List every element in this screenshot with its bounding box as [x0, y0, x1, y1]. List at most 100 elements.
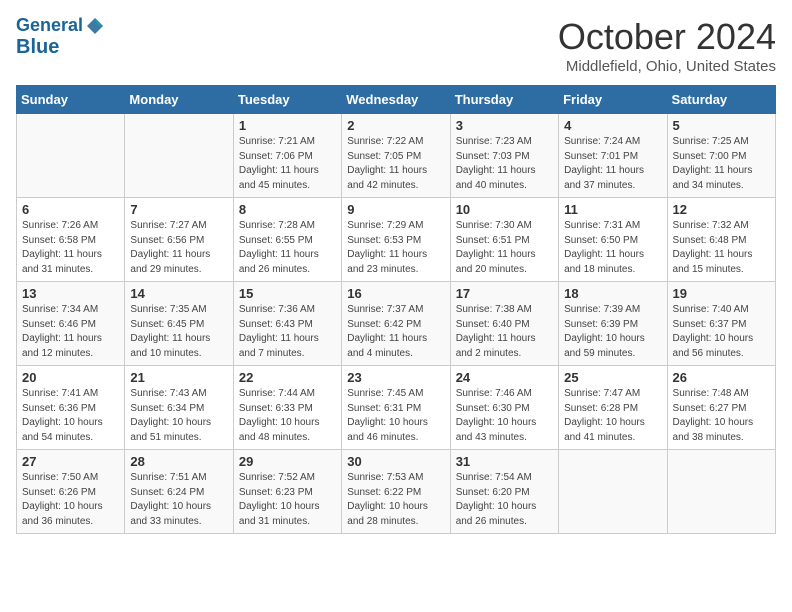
- day-number: 1: [239, 118, 336, 133]
- day-info: Sunrise: 7:44 AM Sunset: 6:33 PM Dayligh…: [239, 387, 336, 445]
- day-number: 3: [456, 118, 553, 133]
- calendar-cell: 2Sunrise: 7:22 AM Sunset: 7:05 PM Daylig…: [342, 114, 450, 198]
- calendar-week-3: 13 Sunrise: 7:34 AM Sunset: 6:46 PM Dayli…: [17, 282, 776, 366]
- header-day-tuesday: Tuesday: [233, 86, 341, 114]
- day-info: Sunrise: 7:27 AM Sunset: 6:56 PM Dayligh…: [130, 219, 227, 277]
- calendar-cell: 25 Sunrise: 7:47 AM Sunset: 6:28 PM Dayli…: [559, 366, 667, 450]
- day-number: 18: [564, 286, 661, 301]
- day-number: 25: [564, 370, 661, 385]
- calendar-cell: 23 Sunrise: 7:45 AM Sunset: 6:31 PM Dayli…: [342, 366, 450, 450]
- calendar-week-2: 6 Sunrise: 7:26 AM Sunset: 6:58 PM Daylig…: [17, 198, 776, 282]
- header-day-thursday: Thursday: [450, 86, 558, 114]
- day-info: Sunrise: 7:37 AM Sunset: 6:42 PM Dayligh…: [347, 303, 444, 361]
- day-number: 15: [239, 286, 336, 301]
- day-info: Sunrise: 7:32 AM Sunset: 6:48 PM Dayligh…: [673, 219, 770, 277]
- header-row: SundayMondayTuesdayWednesdayThursdayFrid…: [17, 86, 776, 114]
- day-info: Sunrise: 7:50 AM Sunset: 6:26 PM Dayligh…: [22, 471, 119, 529]
- day-info: Sunrise: 7:45 AM Sunset: 6:31 PM Dayligh…: [347, 387, 444, 445]
- day-info: Sunrise: 7:31 AM Sunset: 6:50 PM Dayligh…: [564, 219, 661, 277]
- day-info: Sunrise: 7:34 AM Sunset: 6:46 PM Dayligh…: [22, 303, 119, 361]
- day-info: Sunrise: 7:21 AM Sunset: 7:06 PM Dayligh…: [239, 135, 336, 193]
- calendar-cell: 22Sunrise: 7:44 AM Sunset: 6:33 PM Dayli…: [233, 366, 341, 450]
- day-info: Sunrise: 7:28 AM Sunset: 6:55 PM Dayligh…: [239, 219, 336, 277]
- calendar-cell: [559, 450, 667, 534]
- calendar-cell: 21Sunrise: 7:43 AM Sunset: 6:34 PM Dayli…: [125, 366, 233, 450]
- day-number: 14: [130, 286, 227, 301]
- day-number: 17: [456, 286, 553, 301]
- day-number: 31: [456, 454, 553, 469]
- calendar-cell: 6 Sunrise: 7:26 AM Sunset: 6:58 PM Daylig…: [17, 198, 125, 282]
- day-info: Sunrise: 7:41 AM Sunset: 6:36 PM Dayligh…: [22, 387, 119, 445]
- day-number: 30: [347, 454, 444, 469]
- calendar-cell: 17Sunrise: 7:38 AM Sunset: 6:40 PM Dayli…: [450, 282, 558, 366]
- calendar-cell: 24Sunrise: 7:46 AM Sunset: 6:30 PM Dayli…: [450, 366, 558, 450]
- calendar-cell: 30 Sunrise: 7:53 AM Sunset: 6:22 PM Dayli…: [342, 450, 450, 534]
- calendar-cell: 28Sunrise: 7:51 AM Sunset: 6:24 PM Dayli…: [125, 450, 233, 534]
- calendar-cell: 12 Sunrise: 7:32 AM Sunset: 6:48 PM Dayli…: [667, 198, 775, 282]
- calendar-week-5: 27 Sunrise: 7:50 AM Sunset: 6:26 PM Dayli…: [17, 450, 776, 534]
- day-number: 6: [22, 202, 119, 217]
- header-day-sunday: Sunday: [17, 86, 125, 114]
- day-number: 29: [239, 454, 336, 469]
- day-number: 11: [564, 202, 661, 217]
- day-info: Sunrise: 7:52 AM Sunset: 6:23 PM Dayligh…: [239, 471, 336, 529]
- day-info: Sunrise: 7:23 AM Sunset: 7:03 PM Dayligh…: [456, 135, 553, 193]
- day-number: 23: [347, 370, 444, 385]
- calendar-cell: 5Sunrise: 7:25 AM Sunset: 7:00 PM Daylig…: [667, 114, 775, 198]
- logo-icon: [85, 16, 105, 36]
- day-number: 16: [347, 286, 444, 301]
- calendar-cell: 31 Sunrise: 7:54 AM Sunset: 6:20 PM Dayli…: [450, 450, 558, 534]
- header-day-friday: Friday: [559, 86, 667, 114]
- day-number: 9: [347, 202, 444, 217]
- day-number: 7: [130, 202, 227, 217]
- calendar-cell: 16 Sunrise: 7:37 AM Sunset: 6:42 PM Dayli…: [342, 282, 450, 366]
- day-info: Sunrise: 7:48 AM Sunset: 6:27 PM Dayligh…: [673, 387, 770, 445]
- day-info: Sunrise: 7:26 AM Sunset: 6:58 PM Dayligh…: [22, 219, 119, 277]
- day-number: 19: [673, 286, 770, 301]
- day-info: Sunrise: 7:36 AM Sunset: 6:43 PM Dayligh…: [239, 303, 336, 361]
- day-info: Sunrise: 7:30 AM Sunset: 6:51 PM Dayligh…: [456, 219, 553, 277]
- day-number: 10: [456, 202, 553, 217]
- calendar-body: 1 Sunrise: 7:21 AM Sunset: 7:06 PM Daylig…: [17, 114, 776, 534]
- day-info: Sunrise: 7:29 AM Sunset: 6:53 PM Dayligh…: [347, 219, 444, 277]
- day-number: 4: [564, 118, 661, 133]
- day-info: Sunrise: 7:54 AM Sunset: 6:20 PM Dayligh…: [456, 471, 553, 529]
- day-info: Sunrise: 7:53 AM Sunset: 6:22 PM Dayligh…: [347, 471, 444, 529]
- day-number: 27: [22, 454, 119, 469]
- day-info: Sunrise: 7:40 AM Sunset: 6:37 PM Dayligh…: [673, 303, 770, 361]
- day-info: Sunrise: 7:46 AM Sunset: 6:30 PM Dayligh…: [456, 387, 553, 445]
- header: General Blue October 2024 Middlefield, O…: [16, 16, 776, 75]
- calendar-cell: 27 Sunrise: 7:50 AM Sunset: 6:26 PM Dayli…: [17, 450, 125, 534]
- calendar-cell: 8Sunrise: 7:28 AM Sunset: 6:55 PM Daylig…: [233, 198, 341, 282]
- day-number: 2: [347, 118, 444, 133]
- calendar-cell: 9 Sunrise: 7:29 AM Sunset: 6:53 PM Daylig…: [342, 198, 450, 282]
- calendar-cell: 26 Sunrise: 7:48 AM Sunset: 6:27 PM Dayli…: [667, 366, 775, 450]
- calendar-cell: 14Sunrise: 7:35 AM Sunset: 6:45 PM Dayli…: [125, 282, 233, 366]
- day-number: 26: [673, 370, 770, 385]
- calendar-table: SundayMondayTuesdayWednesdayThursdayFrid…: [16, 85, 776, 534]
- day-number: 13: [22, 286, 119, 301]
- day-info: Sunrise: 7:24 AM Sunset: 7:01 PM Dayligh…: [564, 135, 661, 193]
- day-number: 12: [673, 202, 770, 217]
- calendar-cell: 3 Sunrise: 7:23 AM Sunset: 7:03 PM Daylig…: [450, 114, 558, 198]
- calendar-cell: 11 Sunrise: 7:31 AM Sunset: 6:50 PM Dayli…: [559, 198, 667, 282]
- calendar-week-4: 20 Sunrise: 7:41 AM Sunset: 6:36 PM Dayli…: [17, 366, 776, 450]
- calendar-cell: 1 Sunrise: 7:21 AM Sunset: 7:06 PM Daylig…: [233, 114, 341, 198]
- day-info: Sunrise: 7:39 AM Sunset: 6:39 PM Dayligh…: [564, 303, 661, 361]
- calendar-cell: 19 Sunrise: 7:40 AM Sunset: 6:37 PM Dayli…: [667, 282, 775, 366]
- day-number: 5: [673, 118, 770, 133]
- calendar-cell: 13 Sunrise: 7:34 AM Sunset: 6:46 PM Dayli…: [17, 282, 125, 366]
- day-number: 20: [22, 370, 119, 385]
- day-info: Sunrise: 7:43 AM Sunset: 6:34 PM Dayligh…: [130, 387, 227, 445]
- calendar-cell: 10 Sunrise: 7:30 AM Sunset: 6:51 PM Dayli…: [450, 198, 558, 282]
- header-day-saturday: Saturday: [667, 86, 775, 114]
- logo-general: General: [16, 16, 83, 36]
- calendar-cell: [125, 114, 233, 198]
- calendar-header: SundayMondayTuesdayWednesdayThursdayFrid…: [17, 86, 776, 114]
- calendar-cell: [17, 114, 125, 198]
- calendar-cell: 4 Sunrise: 7:24 AM Sunset: 7:01 PM Daylig…: [559, 114, 667, 198]
- calendar-cell: [667, 450, 775, 534]
- day-info: Sunrise: 7:47 AM Sunset: 6:28 PM Dayligh…: [564, 387, 661, 445]
- header-day-wednesday: Wednesday: [342, 86, 450, 114]
- calendar-cell: 15 Sunrise: 7:36 AM Sunset: 6:43 PM Dayli…: [233, 282, 341, 366]
